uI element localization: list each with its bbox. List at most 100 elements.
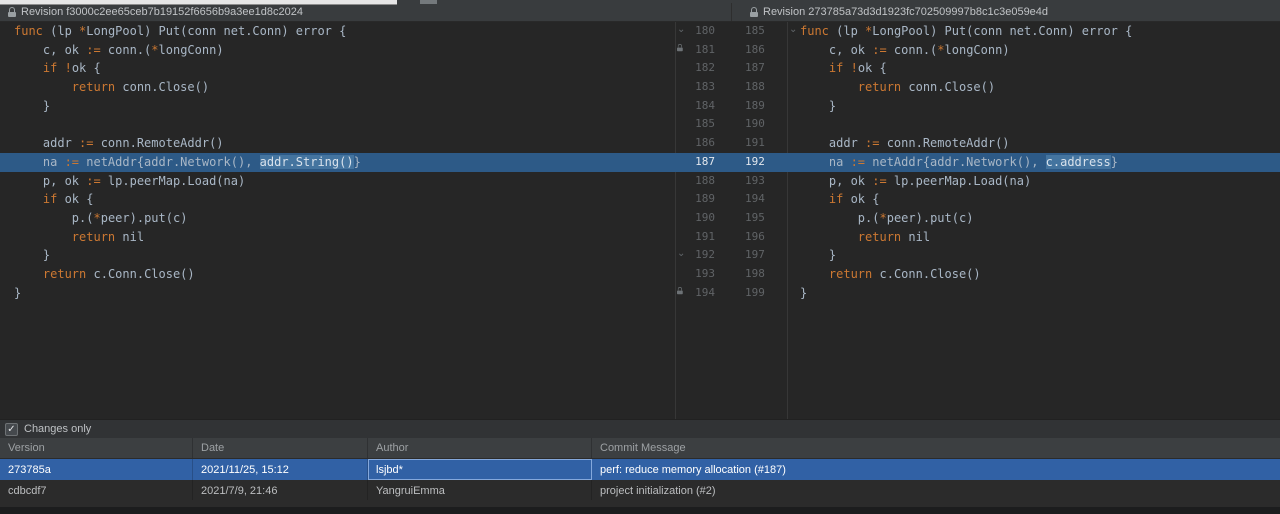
- right-line-number: 188: [731, 78, 787, 97]
- column-header-version[interactable]: Version: [0, 438, 193, 458]
- fold-chevron-icon[interactable]: ⌄: [789, 25, 797, 35]
- left-code-line: return conn.Close(): [0, 78, 675, 97]
- left-code-line: }: [0, 97, 675, 116]
- history-header-row: Version Date Author Commit Message: [0, 438, 1280, 459]
- right-pane-header: Revision 273785a73d3d1923fc702509997b8c1…: [731, 3, 1280, 21]
- right-code-line: }: [787, 284, 1280, 303]
- left-code-line: na := netAddr{addr.Network(), addr.Strin…: [0, 153, 675, 172]
- left-code-line: return c.Conn.Close(): [0, 265, 675, 284]
- right-line-number: 193: [731, 172, 787, 191]
- commit-message-cell: project initialization (#2): [592, 480, 1280, 501]
- changes-only-checkbox[interactable]: ✓: [5, 423, 18, 436]
- diff-window: Revision f3000c2ee65ceb7b19152f6656b9a3e…: [0, 0, 1280, 514]
- history-rows: 273785a2021/11/25, 15:12lsjbd*perf: redu…: [0, 459, 1280, 501]
- diff-row: if !ok {182187 if !ok {: [0, 59, 1280, 78]
- diff-row: 185190: [0, 115, 1280, 134]
- left-line-number: 191: [675, 228, 731, 247]
- right-line-number: 192: [731, 153, 787, 172]
- right-code-line: func (lp *LongPool) Put(conn net.Conn) e…: [787, 22, 1280, 41]
- left-line-number: 185: [675, 115, 731, 134]
- right-code-line: return nil: [787, 228, 1280, 247]
- right-line-number: 199: [731, 284, 787, 303]
- fold-chevron-icon[interactable]: ⌄: [677, 249, 685, 259]
- left-line-number: 187: [675, 153, 731, 172]
- diff-row: return conn.Close()183188 return conn.Cl…: [0, 78, 1280, 97]
- diff-row: }192197 }⌄: [0, 246, 1280, 265]
- right-line-number: 198: [731, 265, 787, 284]
- date-cell: 2021/7/9, 21:46: [193, 480, 368, 501]
- author-cell: YangruiEmma: [368, 480, 592, 501]
- right-code-line: addr := conn.RemoteAddr(): [787, 134, 1280, 153]
- history-panel: Version Date Author Commit Message 27378…: [0, 438, 1280, 501]
- changes-only-bar: ✓ Changes only: [0, 419, 1280, 438]
- left-code-line: addr := conn.RemoteAddr(): [0, 134, 675, 153]
- diff-row: p, ok := lp.peerMap.Load(na)188193 p, ok…: [0, 172, 1280, 191]
- right-line-number: 197: [731, 246, 787, 265]
- left-code-line: return nil: [0, 228, 675, 247]
- lock-icon: [8, 7, 16, 17]
- left-line-number: 184: [675, 97, 731, 116]
- left-code-line: [0, 115, 675, 134]
- right-line-number: 187: [731, 59, 787, 78]
- right-line-number: 189: [731, 97, 787, 116]
- left-line-number: 188: [675, 172, 731, 191]
- diff-row: c, ok := conn.(*longConn)181186 c, ok :=…: [0, 41, 1280, 60]
- bottom-strip: [0, 507, 1280, 514]
- diff-row: if ok {189194 if ok {: [0, 190, 1280, 209]
- lock-icon: [750, 7, 758, 17]
- diff-row: return c.Conn.Close()193198 return c.Con…: [0, 265, 1280, 284]
- diff-row: p.(*peer).put(c)190195 p.(*peer).put(c): [0, 209, 1280, 228]
- right-line-number: 186: [731, 41, 787, 60]
- author-cell: lsjbd*: [368, 459, 592, 480]
- right-code-line: na := netAddr{addr.Network(), c.address}: [787, 153, 1280, 172]
- right-code-line: return conn.Close(): [787, 78, 1280, 97]
- date-cell: 2021/11/25, 15:12: [193, 459, 368, 480]
- right-code-line: }: [787, 97, 1280, 116]
- right-code-line: p, ok := lp.peerMap.Load(na): [787, 172, 1280, 191]
- fold-chevron-icon[interactable]: ⌄: [677, 25, 685, 35]
- right-line-number: 196: [731, 228, 787, 247]
- table-empty-area: [0, 500, 1280, 507]
- left-pane-header: Revision f3000c2ee65ceb7b19152f6656b9a3e…: [0, 3, 731, 21]
- right-code-line: p.(*peer).put(c): [787, 209, 1280, 228]
- right-code-line: return c.Conn.Close(): [787, 265, 1280, 284]
- diff-row: func (lp *LongPool) Put(conn net.Conn) e…: [0, 22, 1280, 41]
- left-line-number: 190: [675, 209, 731, 228]
- changes-only-label: Changes only: [24, 423, 91, 435]
- left-line-number: 182: [675, 59, 731, 78]
- version-cell: cdbcdf7: [0, 480, 193, 501]
- version-cell: 273785a: [0, 459, 193, 480]
- history-row[interactable]: 273785a2021/11/25, 15:12lsjbd*perf: redu…: [0, 459, 1280, 480]
- right-code-line: if ok {: [787, 190, 1280, 209]
- right-code-line: [787, 115, 1280, 134]
- lock-icon: [677, 287, 685, 300]
- toolbar-button-fragment[interactable]: [420, 0, 437, 4]
- diff-rows: func (lp *LongPool) Put(conn net.Conn) e…: [0, 22, 1280, 302]
- column-header-author[interactable]: Author: [368, 438, 592, 458]
- history-row[interactable]: cdbcdf72021/7/9, 21:46YangruiEmmaproject…: [0, 480, 1280, 501]
- left-line-number: 193: [675, 265, 731, 284]
- diff-editor[interactable]: func (lp *LongPool) Put(conn net.Conn) e…: [0, 22, 1280, 419]
- diff-row: na := netAddr{addr.Network(), addr.Strin…: [0, 153, 1280, 172]
- toolbar-field-fragment[interactable]: [0, 0, 397, 5]
- right-code-line: c, ok := conn.(*longConn): [787, 41, 1280, 60]
- column-header-message[interactable]: Commit Message: [592, 438, 1280, 458]
- left-code-line: p, ok := lp.peerMap.Load(na): [0, 172, 675, 191]
- right-line-number: 191: [731, 134, 787, 153]
- left-code-line: p.(*peer).put(c): [0, 209, 675, 228]
- diff-row: addr := conn.RemoteAddr()186191 addr := …: [0, 134, 1280, 153]
- lock-icon: [677, 44, 685, 57]
- column-header-date[interactable]: Date: [193, 438, 368, 458]
- left-code-line: c, ok := conn.(*longConn): [0, 41, 675, 60]
- right-line-number: 190: [731, 115, 787, 134]
- left-line-number: 183: [675, 78, 731, 97]
- right-code-line: }: [787, 246, 1280, 265]
- right-code-line: if !ok {: [787, 59, 1280, 78]
- diff-row: }194199}: [0, 284, 1280, 303]
- left-code-line: func (lp *LongPool) Put(conn net.Conn) e…: [0, 22, 675, 41]
- left-line-number: 189: [675, 190, 731, 209]
- left-code-line: if ok {: [0, 190, 675, 209]
- left-line-number: 186: [675, 134, 731, 153]
- right-line-number: 195: [731, 209, 787, 228]
- left-code-line: if !ok {: [0, 59, 675, 78]
